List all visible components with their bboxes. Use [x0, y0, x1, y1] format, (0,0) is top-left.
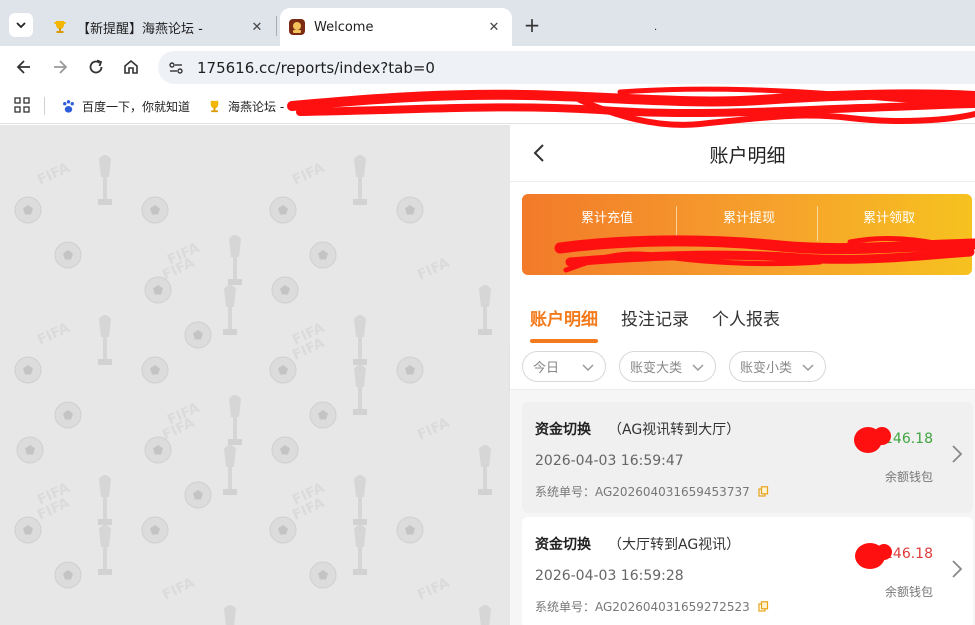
tab-search-button[interactable] — [9, 13, 33, 37]
account-detail-panel: 账户明细 累计充值 累计提现 累计领取 账户明细 投注记录 个人报表 今日 账变… — [510, 125, 975, 625]
record-time: 2026-04-03 16:59:28 — [535, 568, 684, 584]
stat-total-deposit: 累计充值 — [580, 211, 633, 226]
background-pattern: FIFA — [0, 125, 510, 625]
chevron-down-icon — [802, 364, 814, 372]
reload-icon — [89, 59, 103, 74]
category-filter-select[interactable]: 账变大类 — [619, 351, 716, 382]
browser-toolbar: 175616.cc/reports/index?tab=0 — [0, 46, 975, 88]
copy-icon[interactable] — [758, 601, 769, 612]
home-button[interactable] — [119, 55, 143, 79]
arrow-left-icon — [16, 60, 30, 74]
order-text: 系统单号：AG202604031659453737 — [535, 485, 750, 499]
bookmark-baidu[interactable]: 百度一下，你就知道 — [60, 96, 190, 116]
chevron-right-icon — [952, 560, 963, 578]
soccer-pattern-image: FIFA — [0, 155, 510, 625]
bookmarks-separator — [44, 97, 45, 115]
date-filter-select[interactable]: 今日 — [522, 351, 606, 382]
arrow-right-icon — [54, 60, 68, 74]
record-tabs: 账户明细 投注记录 个人报表 — [510, 295, 975, 345]
tab-welcome[interactable]: Welcome ✕ — [280, 8, 512, 46]
reload-button[interactable] — [84, 55, 108, 79]
tab-strip-dot: . — [654, 22, 658, 33]
forward-button[interactable] — [48, 55, 72, 79]
trophy-icon — [206, 98, 222, 114]
record-amount: 146.18 — [884, 431, 933, 447]
apps-grid-icon[interactable] — [14, 97, 30, 113]
record-time: 2026-04-03 16:59:47 — [535, 453, 684, 469]
tab-bet-records[interactable]: 投注记录 — [621, 305, 689, 330]
panel-header: 账户明细 — [510, 125, 975, 182]
record-wallet: 余额钱包 — [884, 470, 933, 484]
tab-title: Welcome — [314, 19, 374, 35]
tab-title: 【新提醒】海燕论坛 - — [77, 21, 203, 37]
stat-total-withdraw: 累计提现 — [722, 211, 775, 226]
home-icon — [124, 59, 138, 74]
bookmark-label: 海燕论坛 - — [228, 99, 285, 114]
filter-value: 账变大类 — [630, 361, 683, 376]
copy-icon[interactable] — [758, 486, 769, 497]
active-tab-indicator — [530, 339, 598, 343]
bookmark-forum[interactable]: 海燕论坛 - — [206, 96, 284, 116]
stats-banner: 累计充值 累计提现 累计领取 — [522, 194, 972, 275]
record-item[interactable]: 资金切换 （AG视讯转到大厅） 2026-04-03 16:59:47 系统单号… — [522, 402, 973, 513]
chevron-down-icon — [582, 364, 594, 372]
record-wallet: 余额钱包 — [884, 585, 933, 599]
site-info-icon[interactable] — [163, 55, 189, 81]
stat-divider — [817, 206, 818, 241]
record-type: 资金切换 — [535, 537, 591, 553]
record-amount: 146.18 — [884, 546, 933, 562]
filter-bar: 今日 账变大类 账变小类 — [510, 345, 975, 390]
stat-total-claimed: 累计领取 — [862, 211, 915, 226]
chevron-down-icon — [16, 22, 26, 29]
record-list: 资金切换 （AG视讯转到大厅） 2026-04-03 16:59:47 系统单号… — [510, 391, 975, 625]
url-text: 175616.cc/reports/index?tab=0 — [197, 58, 435, 77]
tab-separator — [276, 16, 277, 36]
new-tab-button[interactable]: + — [520, 13, 544, 37]
filter-value: 账变小类 — [740, 361, 793, 376]
baidu-paw-icon — [60, 98, 76, 114]
record-description: （AG视讯转到大厅） — [608, 422, 741, 438]
record-order-number: 系统单号：AG202604031659272523 — [535, 598, 769, 615]
record-order-number: 系统单号：AG202604031659453737 — [535, 483, 769, 500]
address-bar[interactable]: 175616.cc/reports/index?tab=0 — [158, 51, 975, 84]
record-description: （大厅转到AG视讯） — [608, 537, 741, 553]
order-text: 系统单号：AG202604031659272523 — [535, 600, 750, 614]
bookmark-label: 百度一下，你就知道 — [82, 99, 191, 114]
tab-close-button[interactable]: ✕ — [482, 15, 506, 39]
filter-value: 今日 — [533, 361, 560, 376]
record-item[interactable]: 资金切换 （大厅转到AG视讯） 2026-04-03 16:59:28 系统单号… — [522, 517, 973, 625]
bookmarks-bar: 百度一下，你就知道 海燕论坛 - — [0, 88, 975, 124]
page-title: 账户明细 — [709, 145, 786, 167]
trophy-icon — [51, 18, 69, 36]
browser-tab-strip: 【新提醒】海燕论坛 - ✕ Welcome ✕ + . — [0, 0, 975, 46]
tab-personal-report[interactable]: 个人报表 — [712, 305, 780, 330]
record-type: 资金切换 — [535, 422, 591, 438]
tab-account-details[interactable]: 账户明细 — [530, 305, 598, 330]
chevron-down-icon — [692, 364, 704, 372]
stat-divider — [676, 206, 677, 241]
tab-forum[interactable]: 【新提醒】海燕论坛 - ✕ — [43, 8, 275, 46]
site-logo-icon — [288, 18, 306, 36]
chevron-right-icon — [952, 445, 963, 463]
back-button[interactable] — [12, 55, 36, 79]
subcategory-filter-select[interactable]: 账变小类 — [729, 351, 826, 382]
tab-close-button[interactable]: ✕ — [245, 15, 269, 39]
